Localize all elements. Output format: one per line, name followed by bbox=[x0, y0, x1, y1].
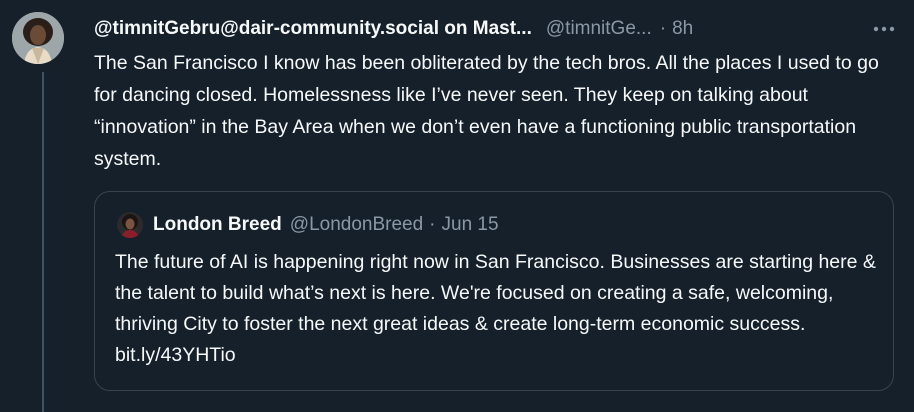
quoted-tweet-body-text: The future of AI is happening right now … bbox=[115, 251, 876, 366]
author-handle[interactable]: @timnitGe... bbox=[546, 18, 652, 40]
avatar-column bbox=[12, 12, 64, 64]
quoted-tweet-date[interactable]: Jun 15 bbox=[442, 214, 499, 236]
quoted-author-handle[interactable]: @LondonBreed bbox=[290, 214, 423, 236]
author-display-name[interactable]: @timnitGebru@dair-community.social on Ma… bbox=[94, 18, 532, 40]
thread-connector-line bbox=[42, 72, 44, 412]
quoted-author-avatar bbox=[117, 212, 143, 238]
tweet-timestamp[interactable]: 8h bbox=[672, 18, 693, 40]
quoted-header-separator: · bbox=[429, 214, 436, 235]
quoted-tweet-card[interactable]: London Breed @LondonBreed · Jun 15 The f… bbox=[94, 191, 894, 391]
more-horizontal-icon[interactable] bbox=[870, 17, 898, 41]
tweet[interactable]: @timnitGebru@dair-community.social on Ma… bbox=[0, 0, 914, 412]
tweet-body-text: The San Francisco I know has been oblite… bbox=[94, 52, 879, 170]
author-avatar[interactable] bbox=[12, 12, 64, 64]
author-avatar-image bbox=[12, 12, 64, 64]
tweet-header: @timnitGebru@dair-community.social on Ma… bbox=[94, 15, 902, 43]
quoted-tweet-header: London Breed @LondonBreed · Jun 15 bbox=[117, 211, 499, 239]
header-separator: · bbox=[659, 18, 667, 39]
quoted-author-name[interactable]: London Breed bbox=[153, 214, 282, 236]
